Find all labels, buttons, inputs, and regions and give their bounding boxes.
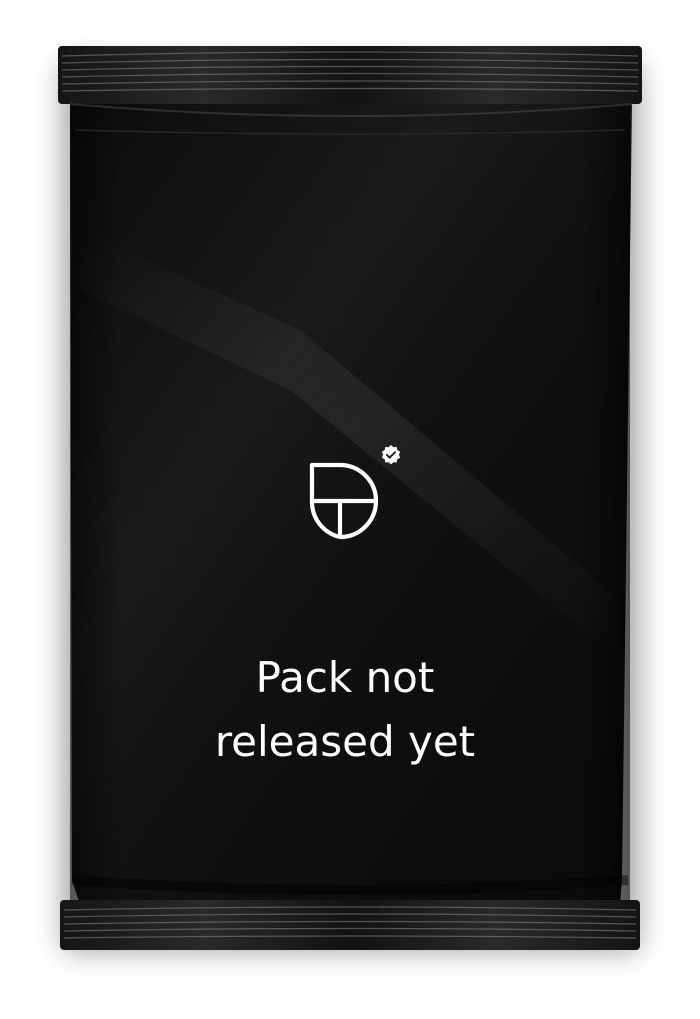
pack-logo <box>306 440 406 540</box>
pack-status-message: Pack not released yet <box>150 646 540 774</box>
verified-check-icon <box>381 445 401 465</box>
pack-message-line-2: released yet <box>214 717 476 766</box>
pack-message-line-1: Pack not <box>255 653 435 702</box>
pack-stage: Pack not released yet <box>0 0 700 1019</box>
